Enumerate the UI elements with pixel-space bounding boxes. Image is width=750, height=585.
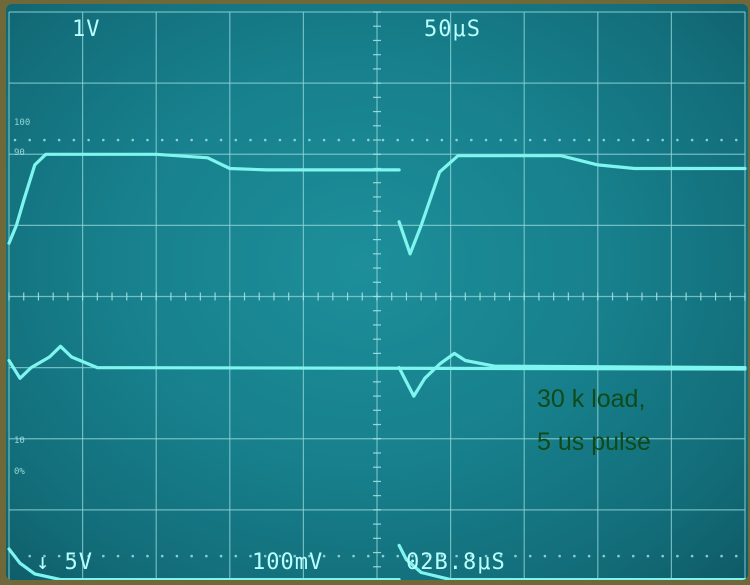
reference-dot (734, 138, 738, 142)
reference-dot (205, 138, 208, 142)
reference-dot (705, 138, 709, 142)
reference-dot (514, 138, 517, 142)
reference-dot (631, 554, 635, 558)
reference-dot (146, 554, 149, 558)
reference-dot (396, 138, 400, 142)
reference-dot (87, 138, 90, 142)
oscilloscope-bezel: 100 90 10 0% 1V 50μS ↓ 5V 100mV 02B.8μS … (0, 0, 750, 585)
reference-dot (661, 554, 664, 558)
reference-dot (219, 138, 223, 142)
reference-dot (219, 554, 223, 558)
reference-dot (411, 138, 414, 142)
reference-dot (249, 138, 252, 142)
reference-dot (705, 554, 709, 558)
reference-dot (573, 138, 576, 142)
reference-dot (131, 554, 135, 558)
annotation-pulse: 5 us pulse (537, 428, 651, 456)
reference-dot (396, 554, 400, 558)
reference-dot (484, 138, 488, 142)
reference-dot (720, 138, 723, 142)
timebase-readout: 50μS (424, 17, 481, 42)
reference-dot (528, 554, 532, 558)
reference-dot (13, 138, 17, 142)
reference-dot (205, 554, 208, 558)
reference-dot (381, 138, 385, 142)
reference-dot (131, 138, 135, 142)
reference-dot (116, 138, 120, 142)
reference-dot (690, 138, 694, 142)
reference-dot (116, 554, 120, 558)
reference-dot (381, 554, 385, 558)
reference-dot (175, 554, 179, 558)
reference-dot (617, 138, 620, 142)
reference-dot (337, 138, 341, 142)
reference-dot (661, 138, 664, 142)
reference-dot (337, 554, 341, 558)
reference-dot (646, 138, 650, 142)
graticule-label-10: 10 (14, 436, 25, 446)
reference-dot (543, 554, 547, 558)
waveform-display: 100 90 10 0% 1V 50μS ↓ 5V 100mV 02B.8μS … (7, 11, 747, 580)
reference-dot (470, 138, 473, 142)
reference-dot (102, 554, 105, 558)
graticule-label-100: 100 (14, 118, 30, 128)
graticule-label-90: 90 (14, 148, 25, 158)
reference-dot (734, 554, 738, 558)
reference-dot (602, 554, 606, 558)
reference-dot (499, 138, 503, 142)
reference-dot (57, 138, 61, 142)
reference-dot (720, 554, 723, 558)
reference-dot (190, 554, 193, 558)
reference-dot (28, 138, 32, 142)
reference-dot (366, 138, 370, 142)
reference-dot (455, 138, 458, 142)
reference-dot (263, 138, 267, 142)
reference-dot (528, 138, 532, 142)
reference-dot (602, 138, 606, 142)
reference-dot (278, 138, 282, 142)
reference-dot (322, 138, 326, 142)
graticule-labels: 100 90 10 0% (14, 118, 30, 477)
reference-dot (617, 554, 620, 558)
reference-dot (175, 138, 179, 142)
graticule (8, 11, 746, 580)
reference-dot (352, 138, 355, 142)
oscilloscope-screen: 100 90 10 0% 1V 50μS ↓ 5V 100mV 02B.8μS … (6, 4, 748, 580)
reference-dot (293, 138, 296, 142)
waveform-trace-1 (7, 152, 401, 245)
reference-dot (676, 138, 679, 142)
channel2-volts-readout: ↓ 5V (36, 550, 93, 575)
reference-dot (587, 138, 591, 142)
reference-dot (234, 138, 238, 142)
delay-readout: 02B.8μS (406, 550, 506, 575)
graticule-label-0pct: 0% (14, 467, 25, 477)
reference-dot (234, 554, 238, 558)
reference-dot (514, 554, 517, 558)
reference-dot (646, 554, 650, 558)
channel-volts-readout: 1V (72, 17, 101, 42)
reference-dot (558, 554, 561, 558)
reference-dot (352, 554, 355, 558)
reference-dot (43, 138, 46, 142)
reference-dot (676, 554, 679, 558)
reference-dot (543, 138, 547, 142)
reference-dot (690, 554, 694, 558)
reference-dot (558, 138, 561, 142)
reference-dot (146, 138, 149, 142)
reference-dot (308, 138, 311, 142)
reference-dot (190, 138, 193, 142)
annotation-load: 30 k load, (537, 385, 645, 413)
channel-sensitivity-readout: 100mV (252, 550, 323, 575)
reference-dot (631, 138, 635, 142)
reference-dot (72, 138, 76, 142)
reference-dot (425, 138, 429, 142)
reference-dot (160, 138, 164, 142)
reference-dot (440, 138, 444, 142)
reference-dot (28, 554, 32, 558)
reference-dot (366, 554, 370, 558)
reference-dot (573, 554, 576, 558)
reference-dot (587, 554, 591, 558)
reference-dot (160, 554, 164, 558)
reference-dot (102, 138, 105, 142)
